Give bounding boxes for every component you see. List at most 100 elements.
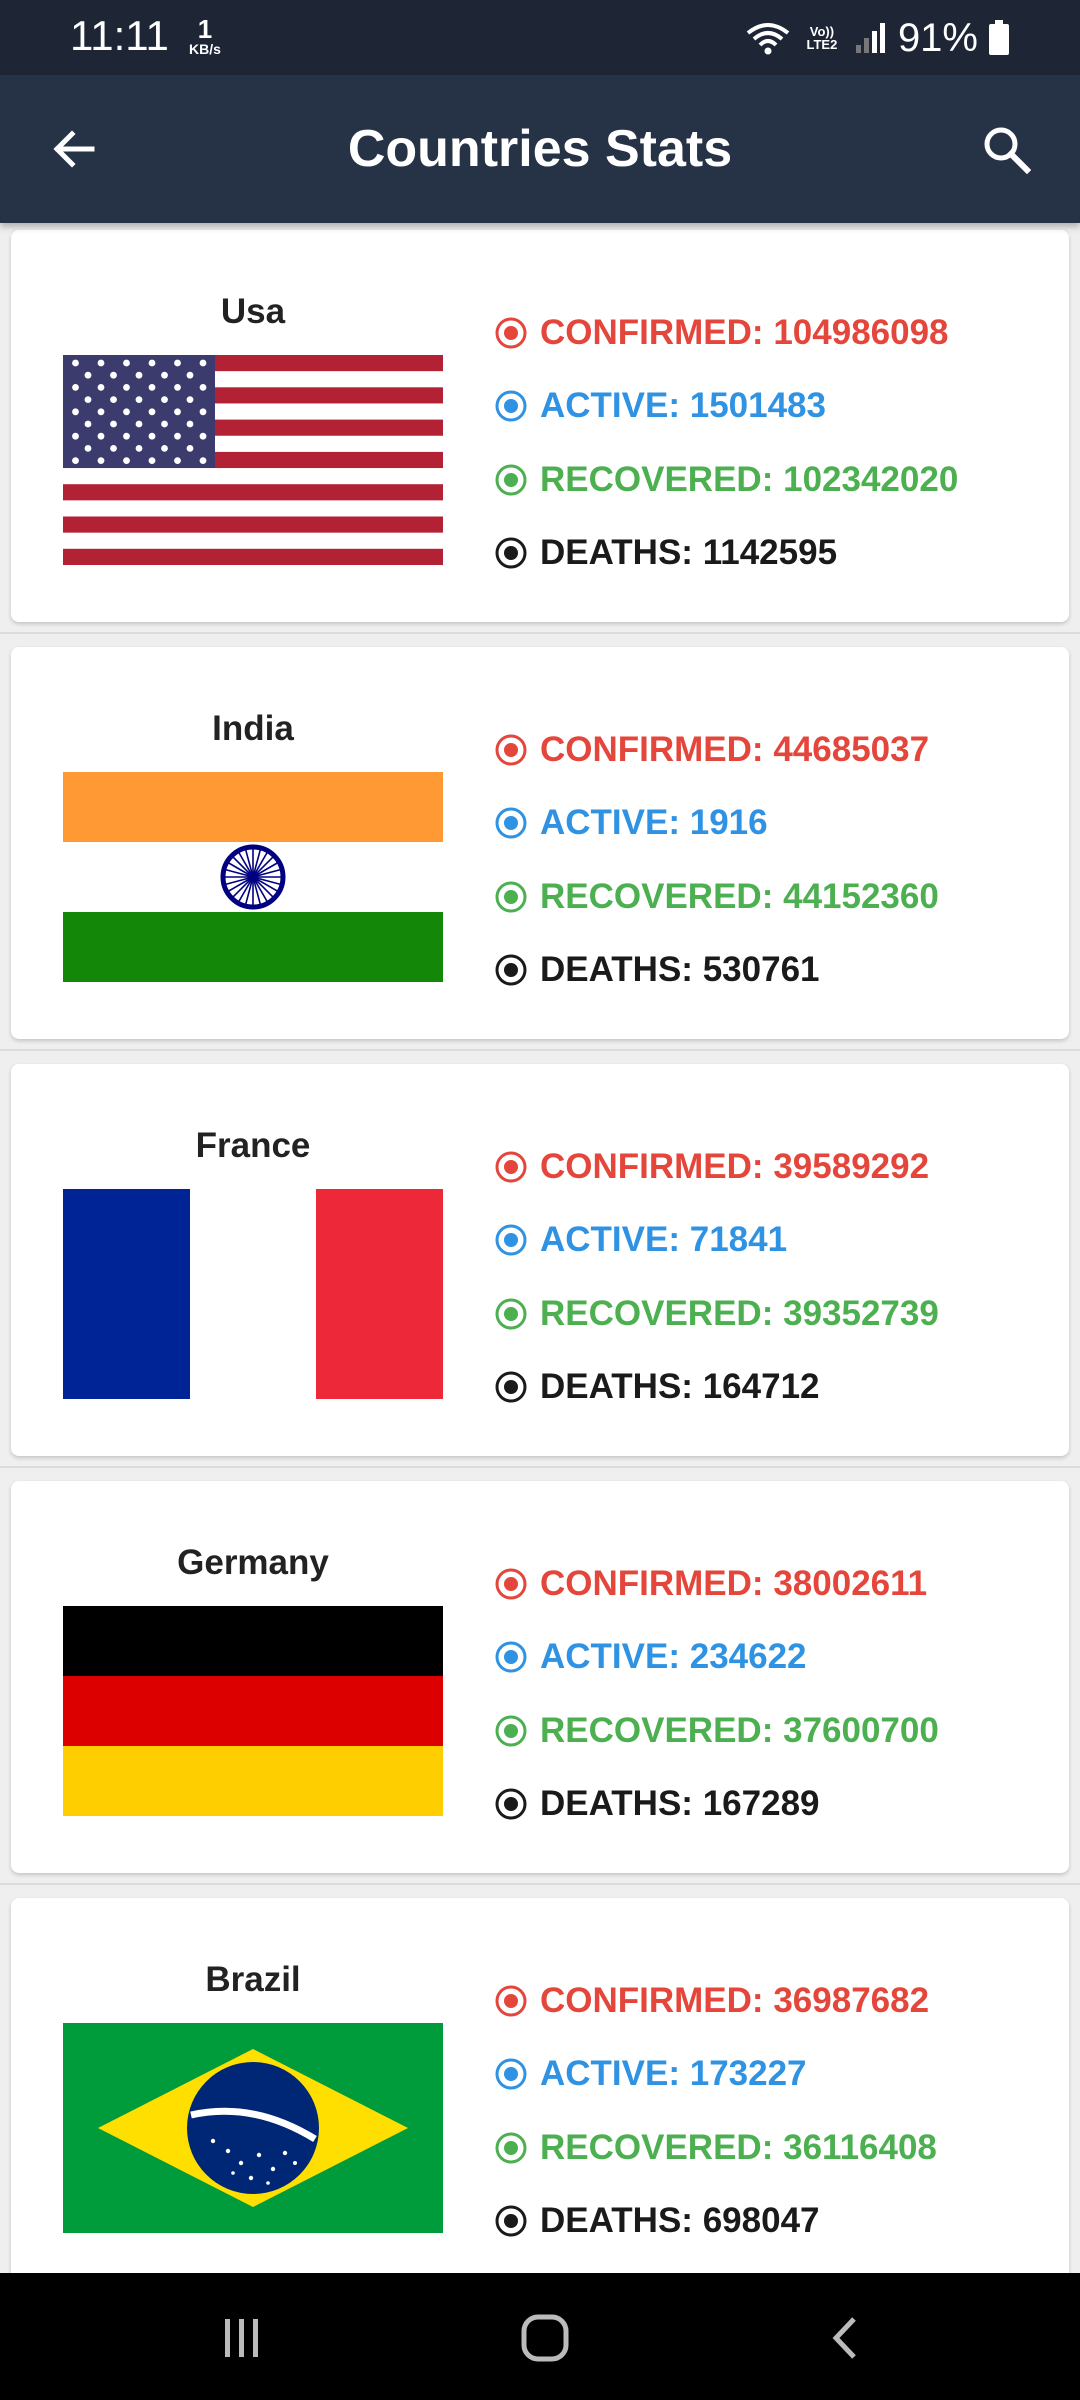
deaths-label: DEATHS:	[540, 950, 693, 990]
deaths-value: 530761	[702, 950, 820, 990]
divider	[0, 632, 1080, 634]
nav-back-button[interactable]	[797, 2303, 897, 2373]
search-icon	[984, 127, 1031, 174]
status-time: 11:11	[70, 12, 169, 59]
active-value: 173227	[689, 2054, 807, 2094]
confirmed-label: CONFIRMED:	[540, 1563, 764, 1603]
recovered-label: RECOVERED:	[540, 1710, 774, 1750]
country-name: France	[195, 1126, 311, 1165]
stat-active: ACTIVE: 1916	[494, 787, 939, 861]
country-card-france[interactable]: France CONFIRMED: 39589292 ACTIVE: 71841…	[0, 1064, 1080, 1468]
stat-recovered: RECOVERED: 102342020	[494, 443, 958, 517]
deaths-label: DEATHS:	[540, 533, 693, 573]
recents-button[interactable]	[192, 2303, 292, 2373]
active-label: ACTIVE:	[540, 1220, 680, 1260]
confirmed-dot-icon	[494, 1984, 528, 2018]
country-list[interactable]: Usa CONFIRMED: 104986098 ACTIVE: 1501483…	[0, 223, 1080, 2273]
deaths-dot-icon	[494, 536, 528, 570]
country-name: Brazil	[205, 1960, 301, 1999]
confirmed-dot-icon	[494, 316, 528, 350]
deaths-dot-icon	[494, 2204, 528, 2238]
stat-confirmed: CONFIRMED: 44685037	[494, 713, 939, 787]
confirmed-label: CONFIRMED:	[540, 729, 764, 769]
stat-active: ACTIVE: 71841	[494, 1204, 939, 1278]
stat-recovered: RECOVERED: 37600700	[494, 1694, 939, 1768]
stat-recovered: RECOVERED: 36116408	[494, 2111, 937, 2185]
recovered-label: RECOVERED:	[540, 2127, 774, 2167]
search-button[interactable]	[972, 115, 1040, 183]
stat-deaths: DEATHS: 1142595	[494, 517, 958, 591]
deaths-value: 698047	[702, 2201, 820, 2241]
stat-recovered: RECOVERED: 39352739	[494, 1277, 939, 1351]
divider	[0, 1883, 1080, 1885]
country-name: India	[212, 709, 294, 748]
confirmed-value: 36987682	[773, 1980, 930, 2020]
germany-flag	[63, 1606, 443, 1816]
system-nav-bar	[0, 2273, 1080, 2400]
confirmed-dot-icon	[494, 1150, 528, 1184]
recovered-value: 36116408	[783, 2127, 937, 2167]
recovered-dot-icon	[494, 1297, 528, 1331]
deaths-dot-icon	[494, 1787, 528, 1821]
stat-active: ACTIVE: 173227	[494, 2038, 937, 2112]
active-label: ACTIVE:	[540, 803, 680, 843]
stats-list: CONFIRMED: 104986098 ACTIVE: 1501483 REC…	[494, 296, 958, 590]
active-value: 1501483	[689, 386, 826, 426]
confirmed-label: CONFIRMED:	[540, 1146, 764, 1186]
status-icons: Vo)) LTE2 91%	[746, 14, 1010, 62]
home-button[interactable]	[495, 2303, 595, 2373]
battery-icon	[989, 20, 1009, 55]
active-dot-icon	[494, 1223, 528, 1257]
stats-list: CONFIRMED: 44685037 ACTIVE: 1916 RECOVER…	[494, 713, 939, 1007]
wifi-icon	[746, 23, 790, 55]
stat-active: ACTIVE: 1501483	[494, 370, 958, 444]
confirmed-value: 104986098	[773, 312, 949, 352]
stat-active: ACTIVE: 234622	[494, 1621, 939, 1695]
recovered-value: 44152360	[783, 876, 939, 916]
recovered-value: 37600700	[783, 1710, 939, 1750]
deaths-dot-icon	[494, 953, 528, 987]
recovered-value: 39352739	[783, 1293, 939, 1333]
country-card-usa[interactable]: Usa CONFIRMED: 104986098 ACTIVE: 1501483…	[0, 230, 1080, 634]
network-label: Vo)) LTE2	[806, 24, 838, 52]
confirmed-label: CONFIRMED:	[540, 1980, 764, 2020]
active-value: 1916	[689, 803, 768, 843]
app-bar: Countries Stats	[0, 75, 1080, 223]
stats-list: CONFIRMED: 38002611 ACTIVE: 234622 RECOV…	[494, 1547, 939, 1841]
stats-list: CONFIRMED: 39589292 ACTIVE: 71841 RECOVE…	[494, 1130, 939, 1424]
confirmed-value: 44685037	[773, 729, 930, 769]
recovered-dot-icon	[494, 2131, 528, 2165]
country-card-brazil[interactable]: Brazil CONFIRMED: 36987682 ACTIVE: 17322…	[11, 1898, 1069, 2273]
brazil-flag	[63, 2023, 443, 2233]
stats-list: CONFIRMED: 36987682 ACTIVE: 173227 RECOV…	[494, 1964, 937, 2258]
confirmed-dot-icon	[494, 733, 528, 767]
active-dot-icon	[494, 2057, 528, 2091]
stat-deaths: DEATHS: 167289	[494, 1768, 939, 1842]
deaths-value: 167289	[702, 1784, 820, 1824]
signal-icon	[855, 23, 885, 53]
home-icon	[521, 2314, 569, 2362]
country-card-germany[interactable]: Germany CONFIRMED: 38002611 ACTIVE: 2346…	[0, 1481, 1080, 1885]
active-label: ACTIVE:	[540, 2054, 680, 2094]
recovered-dot-icon	[494, 463, 528, 497]
deaths-value: 164712	[702, 1367, 820, 1407]
stat-recovered: RECOVERED: 44152360	[494, 860, 939, 934]
status-bar: 11:11 1 KB/s Vo)) LTE2 91%	[0, 0, 1080, 75]
recovered-value: 102342020	[783, 459, 959, 499]
active-dot-icon	[494, 389, 528, 423]
country-name: Usa	[220, 292, 286, 331]
page-title: Countries Stats	[347, 120, 733, 178]
country-card-india[interactable]: India CONFIRMED: 44685037 ACTIVE: 1916 R…	[0, 647, 1080, 1051]
recovered-dot-icon	[494, 1714, 528, 1748]
stat-deaths: DEATHS: 698047	[494, 2185, 937, 2259]
active-label: ACTIVE:	[540, 1637, 680, 1677]
active-dot-icon	[494, 806, 528, 840]
stat-confirmed: CONFIRMED: 39589292	[494, 1130, 939, 1204]
stat-confirmed: CONFIRMED: 38002611	[494, 1547, 939, 1621]
confirmed-value: 39589292	[773, 1146, 930, 1186]
stat-confirmed: CONFIRMED: 36987682	[494, 1964, 937, 2038]
deaths-label: DEATHS:	[540, 1367, 693, 1407]
battery-percent: 91%	[897, 15, 978, 60]
usa-flag	[63, 355, 443, 565]
recovered-label: RECOVERED:	[540, 459, 774, 499]
